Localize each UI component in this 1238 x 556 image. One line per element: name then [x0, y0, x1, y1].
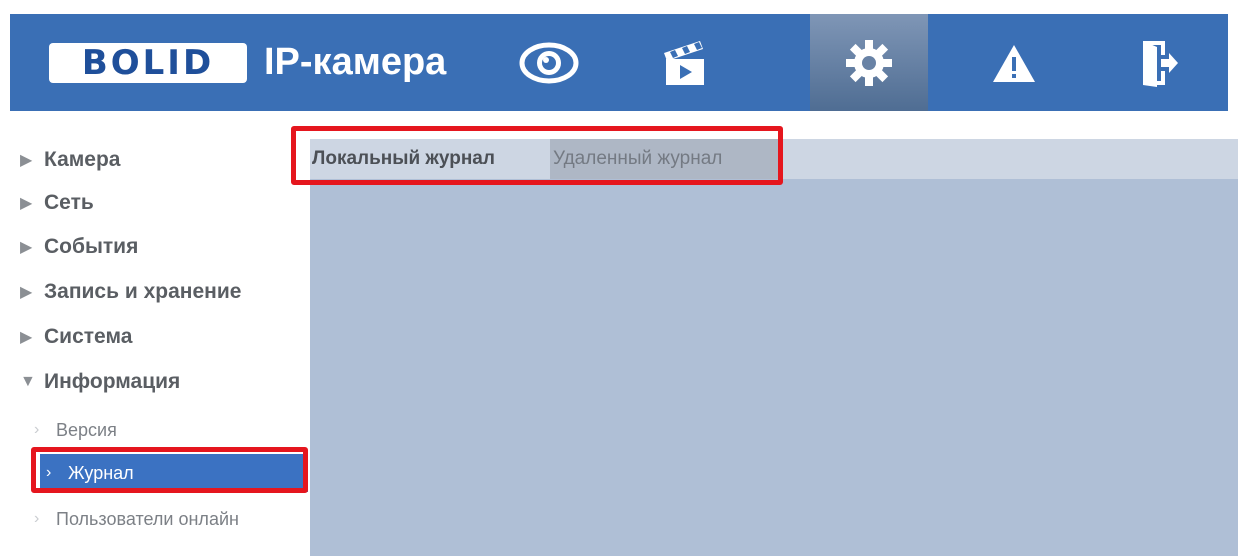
sidebar-item-label: Система [44, 325, 133, 348]
tab-bar: Локальный журнал Удаленный журнал [310, 139, 1238, 179]
main-content-area [310, 139, 1238, 556]
sidebar-item-system[interactable]: ▶ Система [20, 317, 310, 357]
sidebar-item-network[interactable]: ▶ Сеть [20, 183, 310, 223]
expand-arrow-icon: ▶ [20, 329, 33, 346]
logo-text: BOLID [81, 43, 215, 83]
live-view-eye-icon[interactable] [490, 14, 608, 111]
expand-arrow-icon: ▶ [20, 284, 33, 301]
sidebar-item-label: Информация [44, 370, 181, 393]
tab-remote-log[interactable]: Удаленный журнал [550, 139, 779, 179]
subitem-label: Журнал [68, 462, 134, 483]
chevron-right-icon: › [34, 421, 40, 438]
subitem-log[interactable]: › Журнал [40, 454, 308, 492]
tab-label: Удаленный журнал [553, 148, 723, 169]
alarm-warning-icon[interactable] [955, 14, 1073, 111]
subitem-label: Версия [56, 419, 117, 440]
sidebar-item-label: События [44, 235, 139, 258]
settings-sidebar: ▶ Камера ▶ Сеть ▶ События ▶ Запись и хра… [20, 122, 310, 556]
bolid-logo: BOLID [49, 43, 247, 83]
logout-exit-icon[interactable] [1100, 14, 1218, 111]
subitem-version[interactable]: › Версия [20, 411, 310, 449]
sidebar-item-label: Камера [44, 148, 121, 171]
subitem-label: Пользователи онлайн [56, 508, 239, 529]
chevron-right-icon: › [46, 464, 52, 481]
sidebar-item-label: Сеть [44, 191, 94, 214]
chevron-right-icon: › [34, 510, 40, 527]
expand-arrow-icon: ▶ [20, 195, 33, 212]
top-header: BOLID IP-камера [10, 14, 1228, 111]
sidebar-item-label: Запись и хранение [44, 280, 242, 303]
playback-clapperboard-icon[interactable] [625, 14, 743, 111]
sidebar-item-storage[interactable]: ▶ Запись и хранение [20, 272, 310, 312]
app-title: IP-камера [264, 41, 447, 83]
collapse-arrow-icon: ▼ [20, 373, 36, 390]
tab-local-log[interactable]: Локальный журнал [310, 139, 552, 179]
subitem-online-users[interactable]: › Пользователи онлайн [20, 500, 310, 538]
settings-gear-icon[interactable] [810, 14, 928, 111]
sidebar-item-information[interactable]: ▼ Информация [20, 362, 310, 402]
sidebar-item-camera[interactable]: ▶ Камера [20, 140, 310, 180]
tab-label: Локальный журнал [312, 148, 495, 169]
expand-arrow-icon: ▶ [20, 239, 33, 256]
sidebar-item-events[interactable]: ▶ События [20, 227, 310, 267]
expand-arrow-icon: ▶ [20, 152, 33, 169]
